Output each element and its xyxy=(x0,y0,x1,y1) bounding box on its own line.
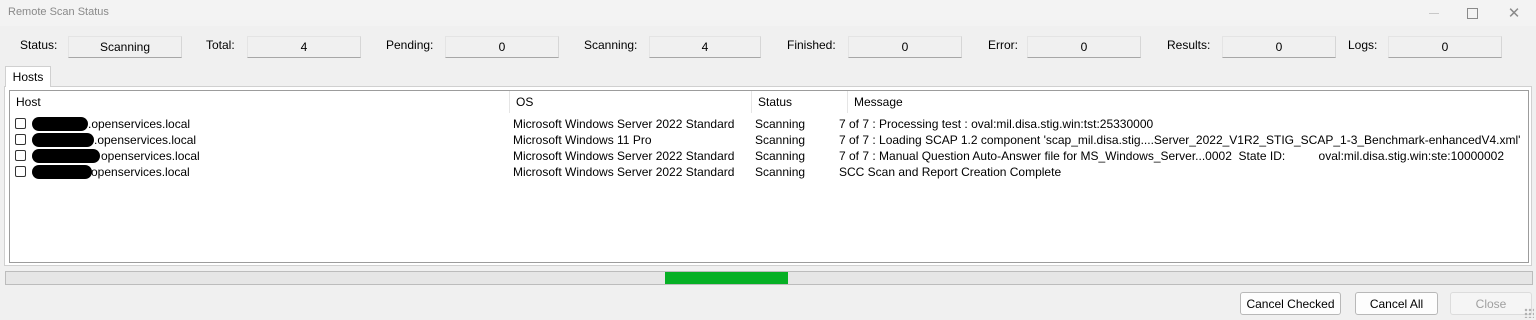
minimize-icon[interactable] xyxy=(1414,0,1454,26)
status-cell: Scanning xyxy=(755,165,806,179)
os-cell: Microsoft Windows 11 Pro xyxy=(513,133,652,147)
scanning-label: Scanning: xyxy=(584,38,638,52)
scan-progress-bar xyxy=(5,271,1533,285)
pending-value: 0 xyxy=(445,36,559,58)
redacted-hostname xyxy=(32,149,100,163)
column-header-status[interactable]: Status xyxy=(752,91,848,113)
title-bar: Remote Scan Status ✕ xyxy=(0,0,1536,26)
finished-value: 0 xyxy=(848,36,962,58)
redacted-hostname xyxy=(32,133,94,147)
row-checkbox[interactable] xyxy=(15,166,26,177)
os-cell: Microsoft Windows Server 2022 Standard xyxy=(513,149,735,163)
redacted-hostname xyxy=(32,117,88,131)
table-row[interactable]: .openservices.local Microsoft Windows 11… xyxy=(10,132,1528,148)
column-header-os[interactable]: OS xyxy=(510,91,752,113)
message-cell: SCC Scan and Report Creation Complete xyxy=(839,165,1062,179)
logs-label: Logs: xyxy=(1348,38,1378,52)
host-cell: openservices.local xyxy=(101,149,200,163)
maximize-icon[interactable] xyxy=(1452,0,1492,26)
os-cell: Microsoft Windows Server 2022 Standard xyxy=(513,117,735,131)
message-cell: 7 of 7 : Loading SCAP 1.2 component 'sca… xyxy=(839,133,1521,147)
host-cell: .openservices.local xyxy=(94,133,197,147)
total-value: 4 xyxy=(247,36,361,58)
finished-label: Finished: xyxy=(787,38,836,52)
host-cell: openservices.local xyxy=(91,165,190,179)
hosts-list[interactable]: Host OS Status Message .openservices.loc… xyxy=(9,90,1529,263)
status-cell: Scanning xyxy=(755,149,806,163)
status-cell: Scanning xyxy=(755,117,806,131)
row-checkbox[interactable] xyxy=(15,150,26,161)
table-row[interactable]: .openservices.local Microsoft Windows Se… xyxy=(10,116,1528,132)
column-header-message[interactable]: Message xyxy=(848,91,1528,113)
close-icon[interactable]: ✕ xyxy=(1494,0,1534,26)
cancel-all-button[interactable]: Cancel All xyxy=(1355,292,1438,315)
progress-marquee xyxy=(665,272,788,284)
table-row[interactable]: openservices.local Microsoft Windows Ser… xyxy=(10,148,1528,164)
window-title: Remote Scan Status xyxy=(8,6,109,18)
results-value: 0 xyxy=(1222,36,1336,58)
pending-label: Pending: xyxy=(386,38,434,52)
row-checkbox[interactable] xyxy=(15,118,26,129)
message-cell: 7 of 7 : Processing test : oval:mil.disa… xyxy=(839,117,1154,131)
resize-grip-icon[interactable] xyxy=(1524,308,1534,318)
os-cell: Microsoft Windows Server 2022 Standard xyxy=(513,165,735,179)
error-label: Error: xyxy=(988,38,1018,52)
status-label: Status: xyxy=(20,38,58,52)
close-button[interactable]: Close xyxy=(1450,292,1532,315)
row-checkbox[interactable] xyxy=(15,134,26,145)
message-cell: 7 of 7 : Manual Question Auto-Answer fil… xyxy=(839,149,1504,163)
status-cell: Scanning xyxy=(755,133,806,147)
table-row[interactable]: openservices.local Microsoft Windows Ser… xyxy=(10,164,1528,180)
status-value: Scanning xyxy=(68,36,182,58)
error-value: 0 xyxy=(1027,36,1141,58)
host-cell: .openservices.local xyxy=(88,117,191,131)
column-header-host[interactable]: Host xyxy=(10,91,510,113)
cancel-checked-button[interactable]: Cancel Checked xyxy=(1240,292,1341,315)
results-label: Results: xyxy=(1167,38,1211,52)
redacted-hostname xyxy=(32,165,92,179)
tab-hosts[interactable]: Hosts xyxy=(5,66,51,87)
scanning-value: 4 xyxy=(649,36,761,58)
total-label: Total: xyxy=(206,38,235,52)
logs-value: 0 xyxy=(1388,36,1502,58)
